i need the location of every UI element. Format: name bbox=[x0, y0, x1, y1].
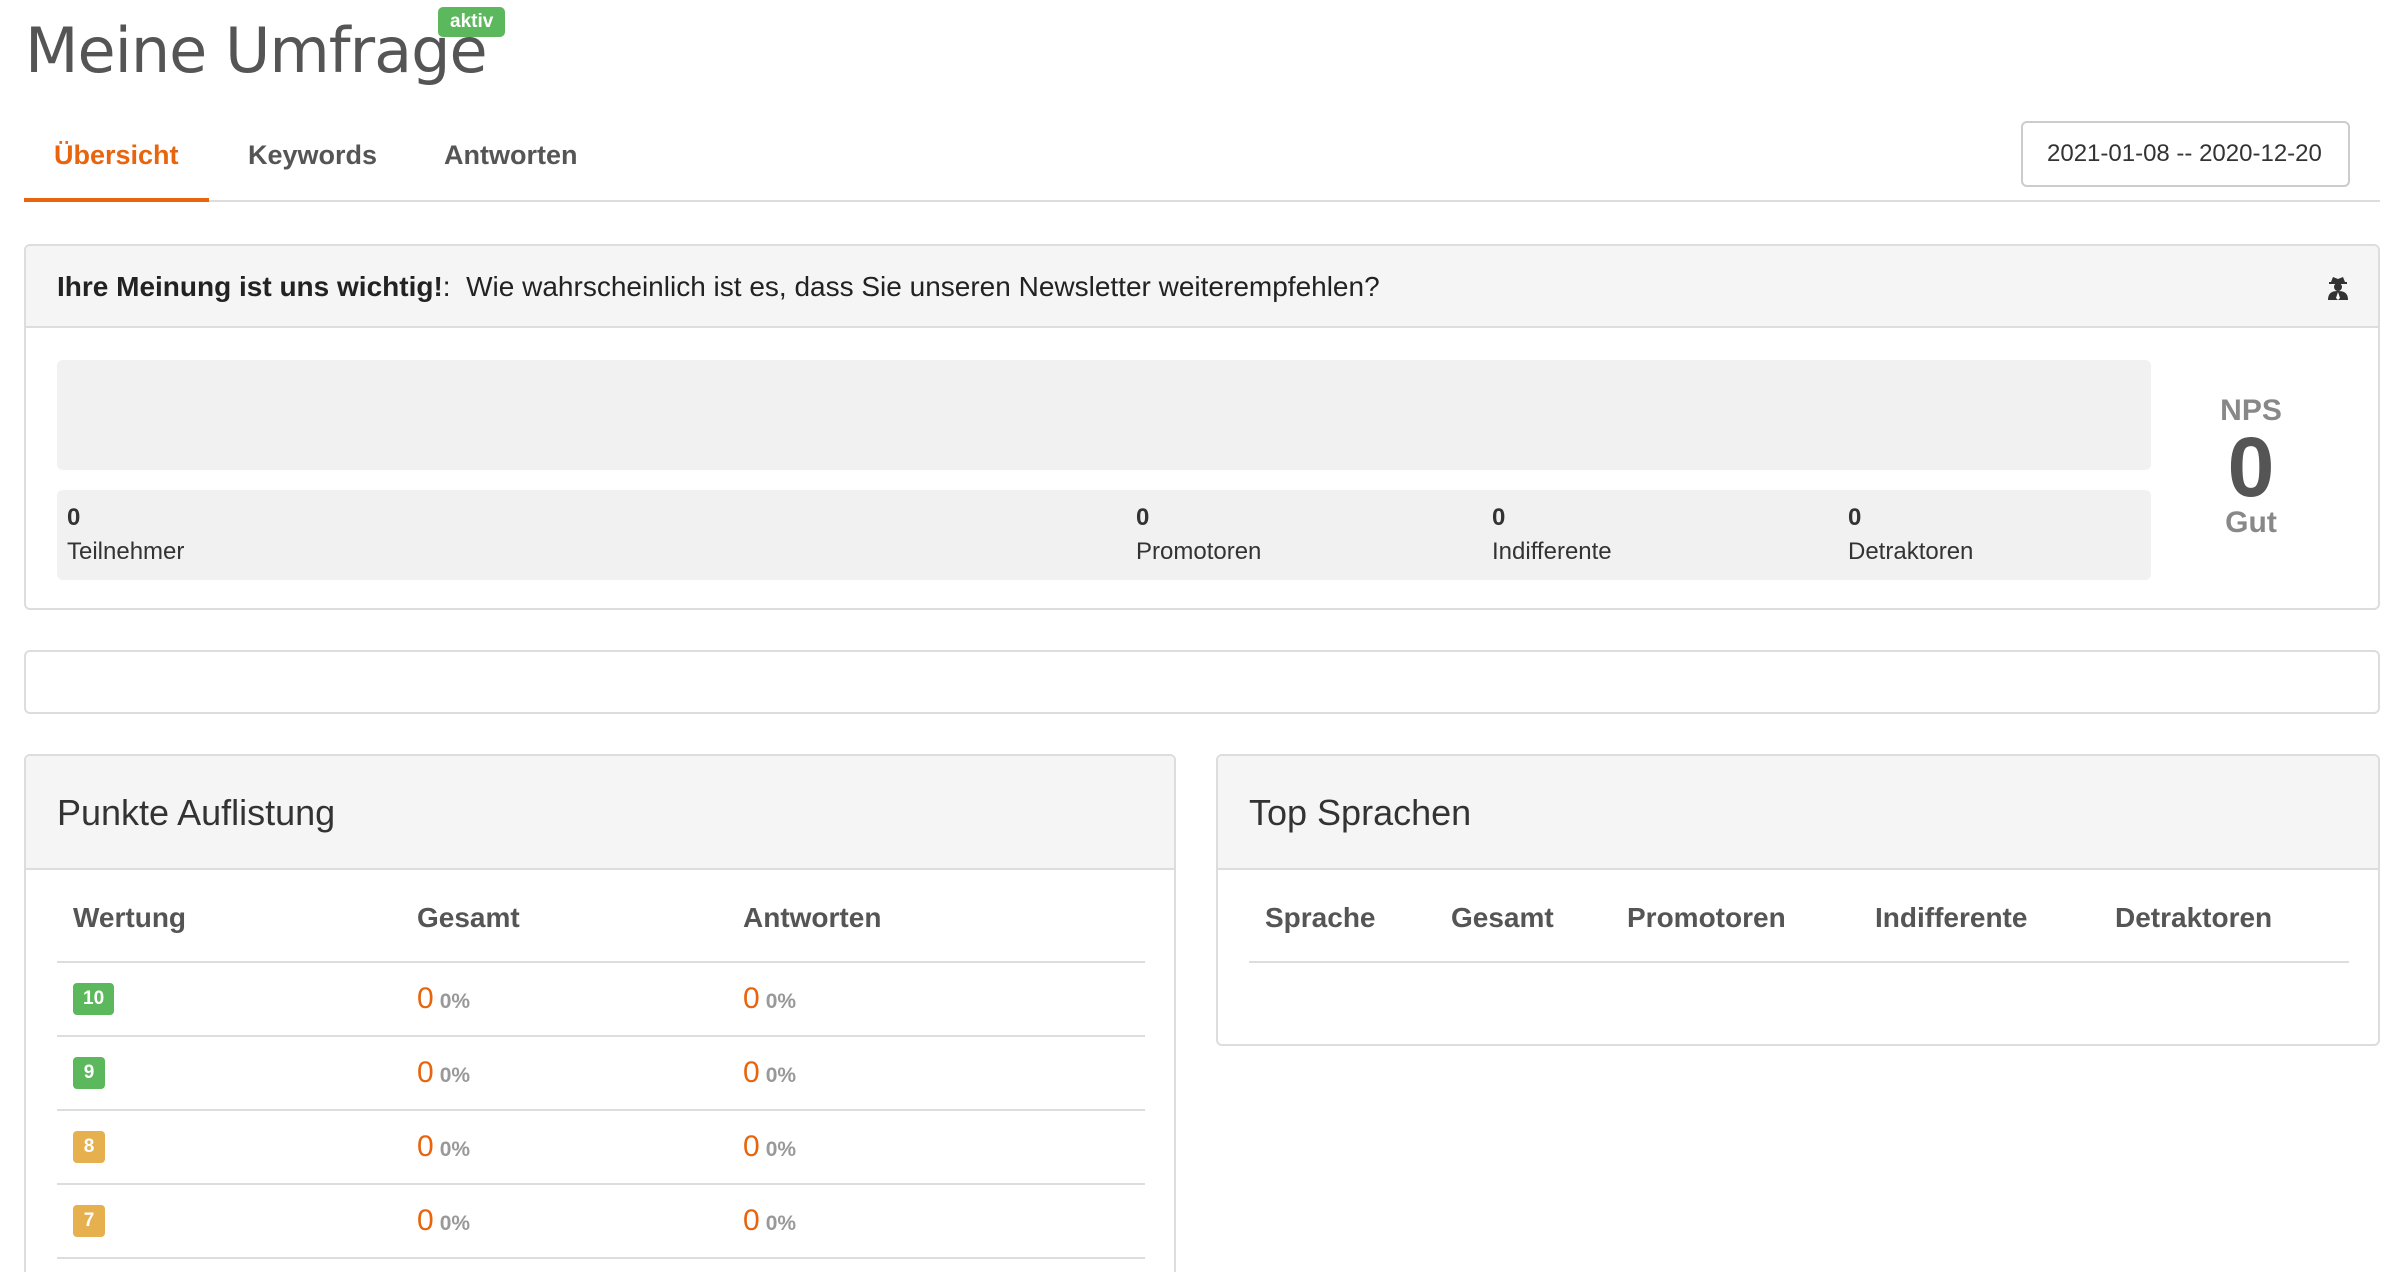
nps-distribution-bar bbox=[57, 360, 2151, 470]
languages-table: Sprache Gesamt Promotoren Indifferente D… bbox=[1249, 902, 2349, 963]
stat-detractors: 0 Detraktoren bbox=[1848, 504, 1973, 566]
answers-percent: 0% bbox=[765, 1064, 797, 1087]
stat-passives: 0 Indifferente bbox=[1492, 504, 1612, 566]
stat-label: Detraktoren bbox=[1848, 538, 1974, 565]
question-title: Ihre Meinung ist uns wichtig! bbox=[57, 271, 443, 302]
stat-label: Teilnehmer bbox=[67, 538, 185, 565]
tab-answers[interactable]: Antworten bbox=[414, 138, 607, 202]
column-header: Promotoren bbox=[1611, 902, 1859, 963]
stats-row: 0 Teilnehmer 0 Promotoren 0 Indifferente… bbox=[57, 490, 2151, 580]
score-badge: 9 bbox=[73, 1057, 105, 1089]
date-range-input[interactable] bbox=[2021, 121, 2350, 187]
column-header: Sprache bbox=[1249, 902, 1435, 963]
total-count: 0 bbox=[417, 1130, 434, 1163]
answers-count: 0 bbox=[743, 1056, 760, 1089]
score-list-panel: Punkte Auflistung Wertung Gesamt Antwort… bbox=[24, 754, 1176, 1272]
answers-count: 0 bbox=[743, 982, 760, 1015]
total-percent: 0% bbox=[439, 1212, 471, 1235]
answers-count: 0 bbox=[743, 1130, 760, 1163]
nps-rating: Gut bbox=[2225, 506, 2277, 539]
table-row: 9 0 0% 0 0% bbox=[57, 1036, 1145, 1111]
answers-percent: 0% bbox=[765, 1138, 797, 1161]
score-table: Wertung Gesamt Antworten 10 0 0% 0 0% 9 00… bbox=[57, 902, 1145, 1259]
stat-label: Promotoren bbox=[1136, 538, 1262, 565]
stat-participants: 0 Teilnehmer bbox=[67, 504, 184, 566]
tab-keywords[interactable]: Keywords bbox=[218, 138, 407, 202]
stat-value: 0 bbox=[1136, 504, 1150, 531]
score-badge: 10 bbox=[73, 983, 115, 1015]
table-row: 8 0 0% 0 0% bbox=[57, 1110, 1145, 1185]
column-header: Antworten bbox=[727, 902, 1145, 963]
total-percent: 0% bbox=[439, 1138, 471, 1161]
column-header: Wertung bbox=[57, 902, 401, 963]
stat-value: 0 bbox=[1492, 504, 1506, 531]
total-percent: 0% bbox=[439, 990, 471, 1013]
question-separator: : bbox=[442, 271, 451, 302]
answers-count: 0 bbox=[743, 1204, 760, 1237]
top-languages-panel: Top Sprachen Sprache Gesamt Promotoren I… bbox=[1216, 754, 2380, 1046]
table-row: 10 0 0% 0 0% bbox=[57, 962, 1145, 1037]
column-header: Gesamt bbox=[401, 902, 727, 963]
page-title: Meine Umfrage bbox=[25, 14, 488, 87]
empty-panel bbox=[24, 650, 2380, 714]
total-percent: 0% bbox=[439, 1064, 471, 1087]
tab-overview[interactable]: Übersicht bbox=[24, 138, 209, 202]
user-secret-icon[interactable] bbox=[2325, 274, 2351, 300]
total-count: 0 bbox=[417, 1204, 434, 1237]
stat-value: 0 bbox=[67, 504, 81, 531]
question-panel: Ihre Meinung ist uns wichtig!: Wie wahrs… bbox=[24, 244, 2380, 610]
total-count: 0 bbox=[417, 1056, 434, 1089]
stat-label: Indifferente bbox=[1492, 538, 1612, 565]
question-header: Ihre Meinung ist uns wichtig!: Wie wahrs… bbox=[26, 246, 2378, 328]
stat-promoters: 0 Promotoren bbox=[1136, 504, 1261, 566]
total-count: 0 bbox=[417, 982, 434, 1015]
answers-percent: 0% bbox=[765, 1212, 797, 1235]
answers-percent: 0% bbox=[765, 990, 797, 1013]
status-badge: aktiv bbox=[438, 7, 506, 37]
nps-value: 0 bbox=[2227, 420, 2275, 514]
column-header: Indifferente bbox=[1859, 902, 2099, 963]
panel-title: Top Sprachen bbox=[1218, 756, 2378, 870]
column-header: Detraktoren bbox=[2099, 902, 2349, 963]
question-text: Wie wahrscheinlich ist es, dass Sie unse… bbox=[466, 271, 1380, 302]
score-badge: 7 bbox=[73, 1205, 105, 1237]
nps-score-block: NPS 0 Gut bbox=[2191, 394, 2311, 540]
table-row: 7 0 0% 0 0% bbox=[57, 1184, 1145, 1259]
panel-title: Punkte Auflistung bbox=[26, 756, 1174, 870]
column-header: Gesamt bbox=[1435, 902, 1611, 963]
stat-value: 0 bbox=[1848, 504, 1862, 531]
score-badge: 8 bbox=[73, 1131, 105, 1163]
